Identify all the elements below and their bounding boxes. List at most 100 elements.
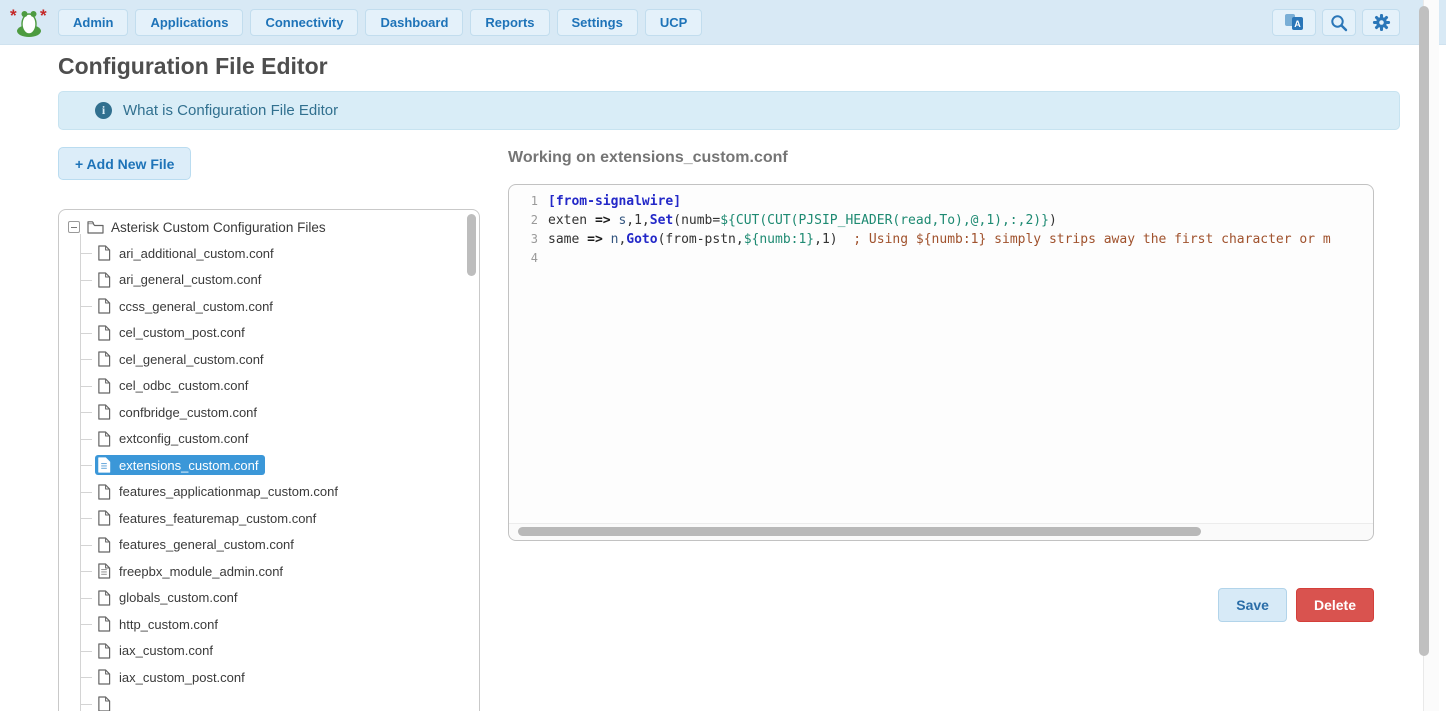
code-line[interactable] xyxy=(548,249,1373,268)
file-name-label: globals_custom.conf xyxy=(119,590,238,605)
tree-item-body[interactable]: features_applicationmap_custom.conf xyxy=(95,482,345,502)
svg-text:A: A xyxy=(1294,19,1301,29)
code-line[interactable]: exten => s,1,Set(numb=${CUT(CUT(PJSIP_HE… xyxy=(548,211,1373,230)
tree-file-partial[interactable] xyxy=(59,691,479,711)
tree-file-cel_general_custom.conf[interactable]: cel_general_custom.conf xyxy=(59,346,479,373)
tree-item-body[interactable]: ari_additional_custom.conf xyxy=(95,243,281,263)
tree-item-body[interactable] xyxy=(95,694,126,711)
tree-item-body[interactable]: http_custom.conf xyxy=(95,614,225,634)
nav-item-connectivity[interactable]: Connectivity xyxy=(250,9,358,36)
tree-file-globals_custom.conf[interactable]: globals_custom.conf xyxy=(59,585,479,612)
translate-button[interactable]: A xyxy=(1272,9,1316,36)
info-banner[interactable]: i What is Configuration File Editor xyxy=(58,91,1400,130)
tree-item-body[interactable]: freepbx_module_admin.conf xyxy=(95,561,290,581)
tree-item-body[interactable]: iax_custom_post.conf xyxy=(95,667,252,687)
file-name-label: ccss_general_custom.conf xyxy=(119,299,273,314)
tree-root-label: Asterisk Custom Configuration Files xyxy=(111,220,326,235)
file-name-label: freepbx_module_admin.conf xyxy=(119,564,283,579)
tree-file-http_custom.conf[interactable]: http_custom.conf xyxy=(59,611,479,638)
tree-file-extensions_custom.conf[interactable]: extensions_custom.conf xyxy=(59,452,479,479)
file-icon xyxy=(97,510,111,526)
top-navbar: * * Admin Applications Connectivity Dashboa… xyxy=(0,0,1446,45)
file-name-label: iax_custom.conf xyxy=(119,643,213,658)
code-line[interactable]: [from-signalwire] xyxy=(548,192,1373,211)
line-number: 1 xyxy=(516,192,538,211)
configuration-file-editor-page: * * Admin Applications Connectivity Dashboa… xyxy=(0,0,1446,711)
tree-file-features_general_custom.conf[interactable]: features_general_custom.conf xyxy=(59,532,479,559)
tree-item-body[interactable]: confbridge_custom.conf xyxy=(95,402,264,422)
tree-scrollbar-thumb[interactable] xyxy=(467,214,476,276)
file-icon xyxy=(97,484,111,500)
tree-item-body[interactable]: extensions_custom.conf xyxy=(95,455,265,475)
tree-item-body[interactable]: features_featuremap_custom.conf xyxy=(95,508,323,528)
line-number-gutter: 1234 xyxy=(516,192,538,515)
tree-item-body[interactable]: iax_custom.conf xyxy=(95,641,220,661)
tree-file-features_applicationmap_custom.conf[interactable]: features_applicationmap_custom.conf xyxy=(59,479,479,506)
editor-hscroll-thumb[interactable] xyxy=(518,527,1201,536)
code-line[interactable]: same => n,Goto(from-pstn,${numb:1},1) ; … xyxy=(548,230,1373,249)
tree-item-body[interactable]: cel_general_custom.conf xyxy=(95,349,271,369)
tree-item-body[interactable]: cel_odbc_custom.conf xyxy=(95,376,255,396)
file-tree-panel: Asterisk Custom Configuration Files ari_… xyxy=(58,209,480,711)
tree-file-ari_general_custom.conf[interactable]: ari_general_custom.conf xyxy=(59,267,479,294)
line-number: 4 xyxy=(516,249,538,268)
line-number: 2 xyxy=(516,211,538,230)
file-icon xyxy=(97,616,111,632)
file-icon xyxy=(97,537,111,553)
save-button[interactable]: Save xyxy=(1218,588,1287,622)
tree-file-extconfig_custom.conf[interactable]: extconfig_custom.conf xyxy=(59,426,479,453)
editor-hscroll-track xyxy=(509,523,1373,540)
file-icon xyxy=(97,298,111,314)
tree-file-cel_odbc_custom.conf[interactable]: cel_odbc_custom.conf xyxy=(59,373,479,400)
tree-item-body[interactable]: globals_custom.conf xyxy=(95,588,245,608)
tree-file-cel_custom_post.conf[interactable]: cel_custom_post.conf xyxy=(59,320,479,347)
nav-right-icons: A xyxy=(1272,9,1400,36)
file-icon xyxy=(97,696,111,711)
nav-item-settings[interactable]: Settings xyxy=(557,9,638,36)
tree-item-body[interactable]: ccss_general_custom.conf xyxy=(95,296,280,316)
gear-icon xyxy=(1372,13,1391,32)
tree-item-body[interactable]: ari_general_custom.conf xyxy=(95,270,268,290)
file-icon xyxy=(97,643,111,659)
nav-item-applications[interactable]: Applications xyxy=(135,9,243,36)
nav-item-dashboard[interactable]: Dashboard xyxy=(365,9,463,36)
settings-button[interactable] xyxy=(1362,9,1400,36)
add-new-file-button[interactable]: + Add New File xyxy=(58,147,191,180)
file-icon xyxy=(97,351,111,367)
file-name-label: extconfig_custom.conf xyxy=(119,431,248,446)
nav-item-reports[interactable]: Reports xyxy=(470,9,549,36)
collapse-icon[interactable] xyxy=(68,221,80,233)
file-name-label: cel_custom_post.conf xyxy=(119,325,245,340)
nav-menu: Admin Applications Connectivity Dashboard Re… xyxy=(58,9,702,36)
file-icon xyxy=(97,272,111,288)
nav-item-ucp[interactable]: UCP xyxy=(645,9,702,36)
line-number: 3 xyxy=(516,230,538,249)
tree-file-iax_custom.conf[interactable]: iax_custom.conf xyxy=(59,638,479,665)
code-area[interactable]: [from-signalwire]exten => s,1,Set(numb=$… xyxy=(548,192,1373,515)
tree-file-freepbx_module_admin.conf[interactable]: freepbx_module_admin.conf xyxy=(59,558,479,585)
page-title: Configuration File Editor xyxy=(58,53,328,80)
tree-file-ari_additional_custom.conf[interactable]: ari_additional_custom.conf xyxy=(59,240,479,267)
tree-file-features_featuremap_custom.conf[interactable]: features_featuremap_custom.conf xyxy=(59,505,479,532)
tree-file-confbridge_custom.conf[interactable]: confbridge_custom.conf xyxy=(59,399,479,426)
search-button[interactable] xyxy=(1322,9,1356,36)
tree-file-ccss_general_custom.conf[interactable]: ccss_general_custom.conf xyxy=(59,293,479,320)
tree-file-iax_custom_post.conf[interactable]: iax_custom_post.conf xyxy=(59,664,479,691)
tree-item-body[interactable]: extconfig_custom.conf xyxy=(95,429,255,449)
page-scrollbar-thumb[interactable] xyxy=(1419,6,1429,656)
file-name-label: features_applicationmap_custom.conf xyxy=(119,484,338,499)
file-icon xyxy=(97,431,111,447)
file-name-label: features_general_custom.conf xyxy=(119,537,294,552)
freepbx-logo-icon[interactable]: * * xyxy=(9,5,49,39)
file-name-label: http_custom.conf xyxy=(119,617,218,632)
code-editor-body[interactable]: 1234 [from-signalwire]exten => s,1,Set(n… xyxy=(509,185,1373,515)
config-code-editor[interactable]: 1234 [from-signalwire]exten => s,1,Set(n… xyxy=(508,184,1374,541)
nav-item-admin[interactable]: Admin xyxy=(58,9,128,36)
file-icon xyxy=(97,325,111,341)
tree-item-body[interactable]: features_general_custom.conf xyxy=(95,535,301,555)
tree-item-body[interactable]: cel_custom_post.conf xyxy=(95,323,252,343)
tree-root-node[interactable]: Asterisk Custom Configuration Files xyxy=(59,214,479,240)
file-icon xyxy=(97,590,111,606)
delete-button[interactable]: Delete xyxy=(1296,588,1374,622)
file-tree: Asterisk Custom Configuration Files ari_… xyxy=(59,210,479,711)
